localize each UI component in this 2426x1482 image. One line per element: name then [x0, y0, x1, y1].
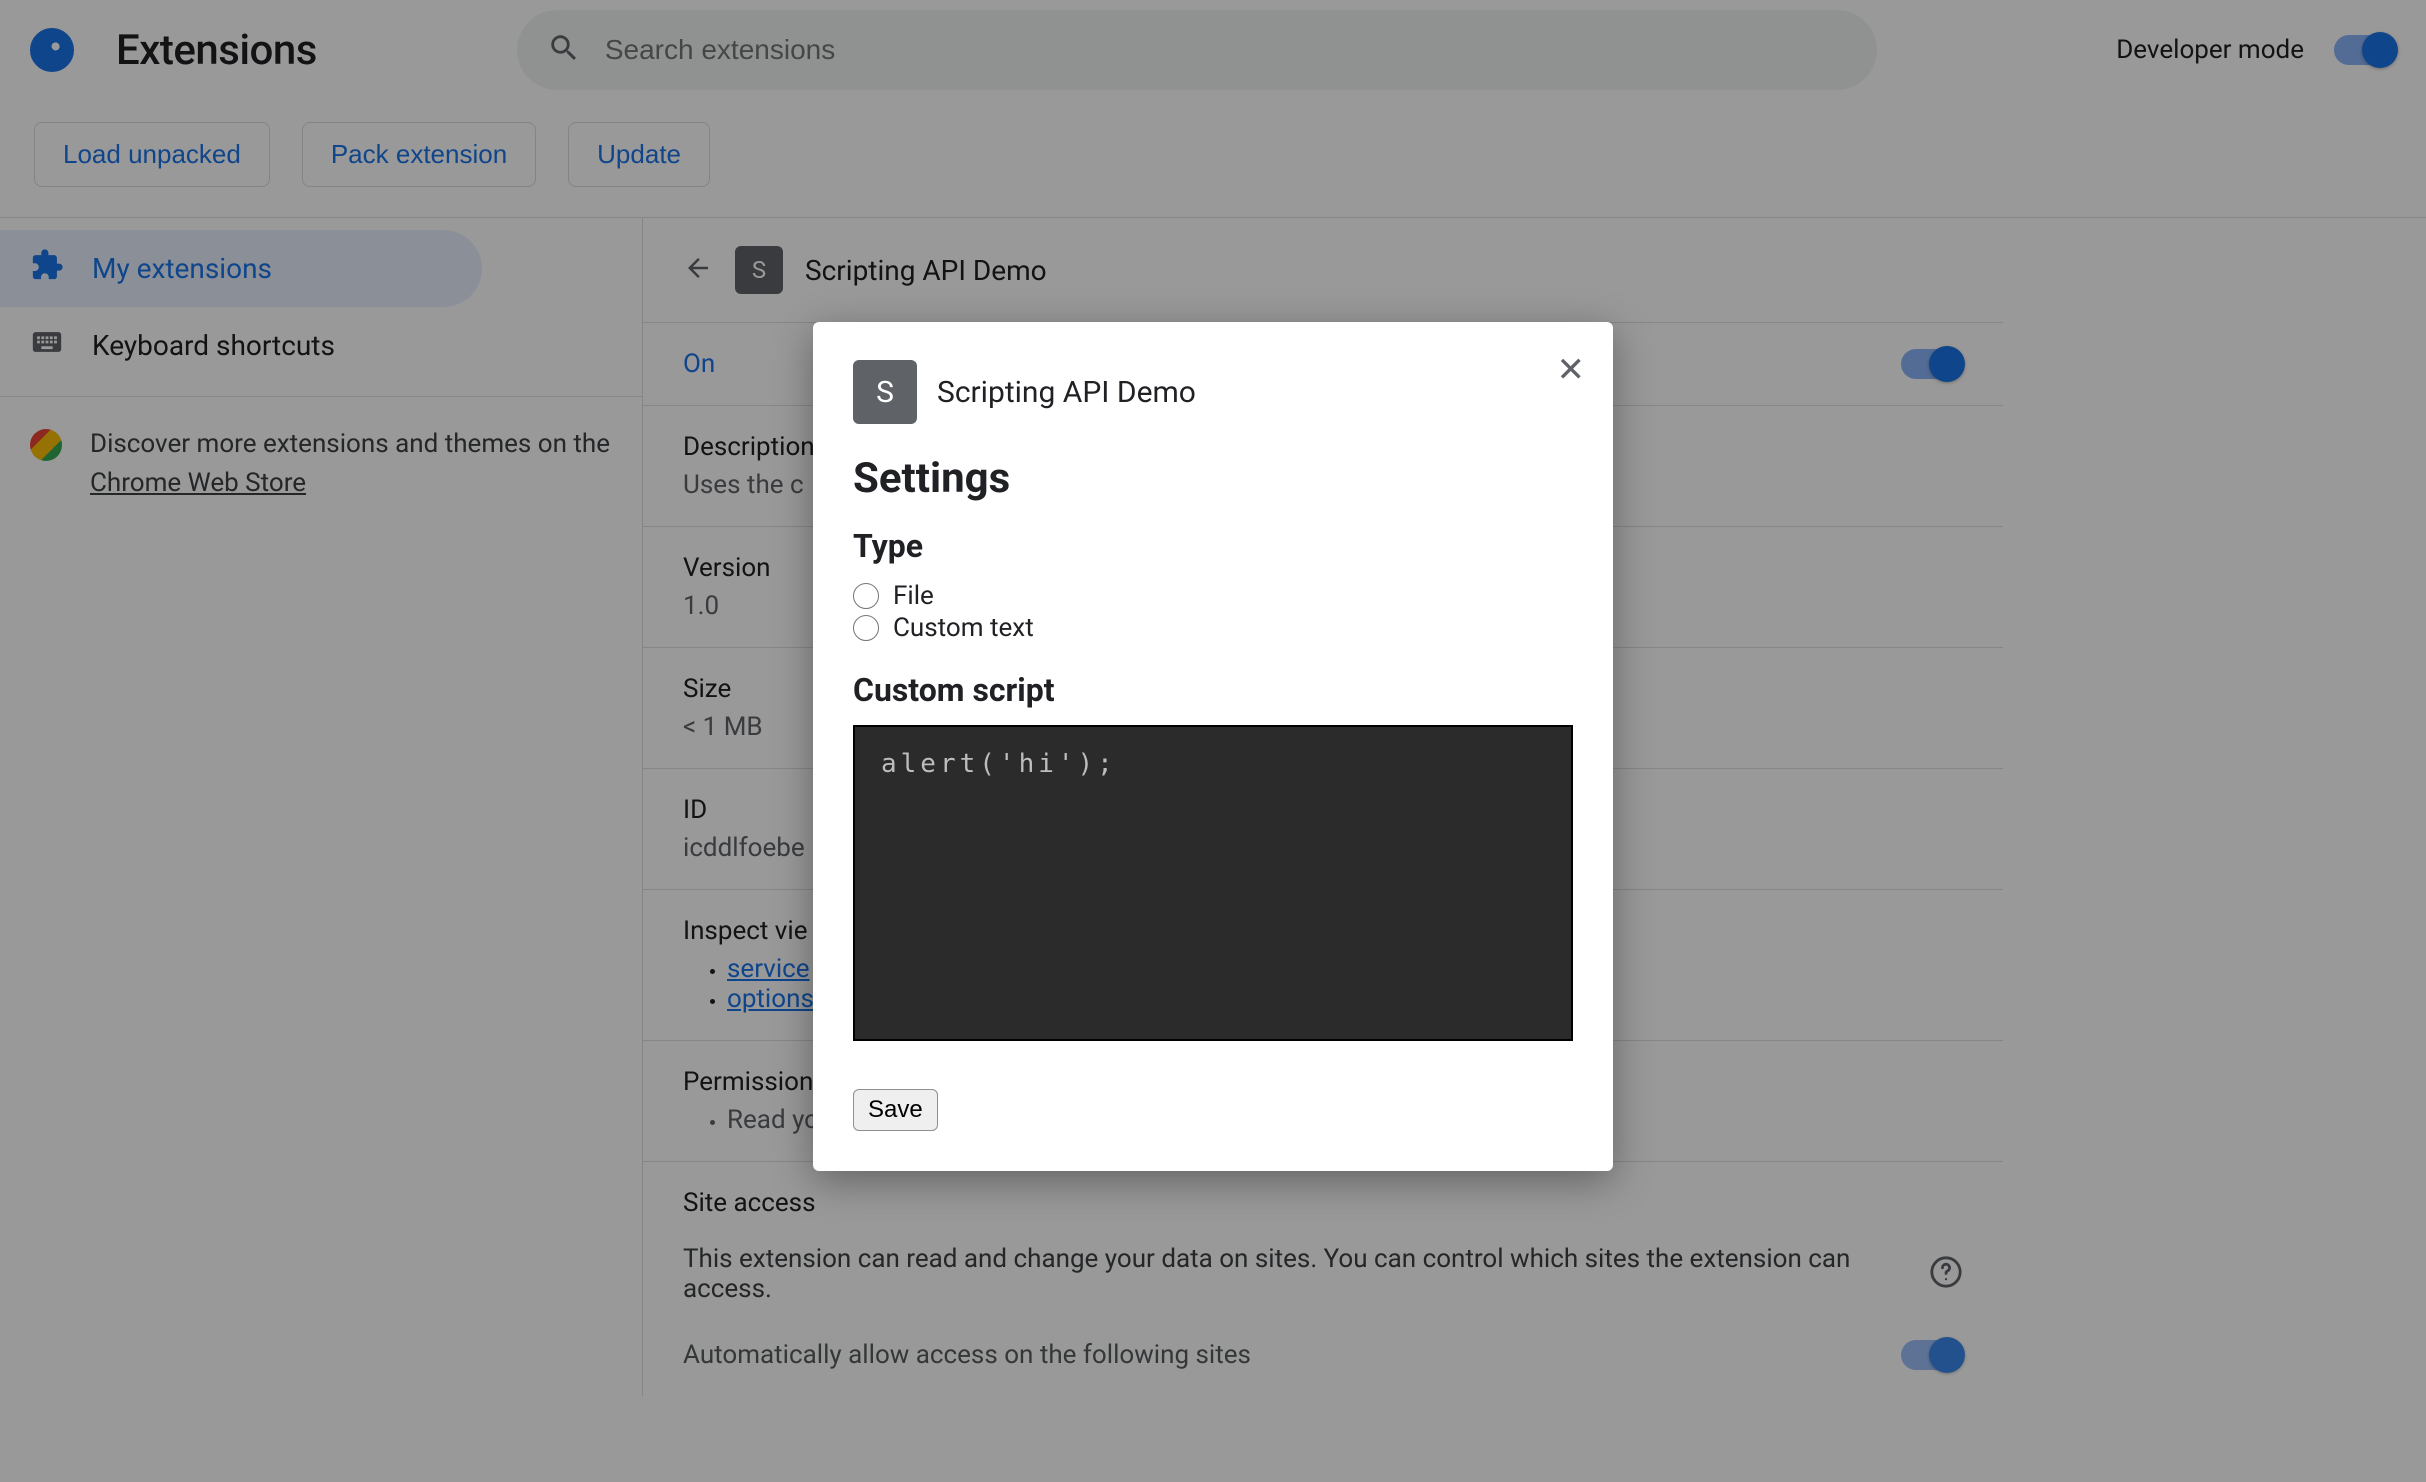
save-button[interactable]: Save: [853, 1089, 938, 1131]
custom-script-textarea[interactable]: [853, 725, 1573, 1041]
modal-extension-name: Scripting API Demo: [937, 375, 1196, 410]
settings-modal: ✕ S Scripting API Demo Settings Type Fil…: [813, 322, 1613, 1171]
settings-heading: Settings: [853, 454, 1573, 503]
type-option-custom[interactable]: Custom text: [853, 613, 1573, 643]
type-heading: Type: [853, 527, 1573, 565]
modal-extension-badge: S: [853, 360, 917, 424]
type-radio-custom[interactable]: [853, 615, 879, 641]
type-option-label: File: [893, 581, 934, 611]
type-option-file[interactable]: File: [853, 581, 1573, 611]
modal-overlay: ✕ S Scripting API Demo Settings Type Fil…: [0, 0, 2426, 1482]
custom-script-heading: Custom script: [853, 671, 1573, 709]
type-option-label: Custom text: [893, 613, 1034, 643]
type-radio-file[interactable]: [853, 583, 879, 609]
close-icon[interactable]: ✕: [1557, 350, 1586, 390]
